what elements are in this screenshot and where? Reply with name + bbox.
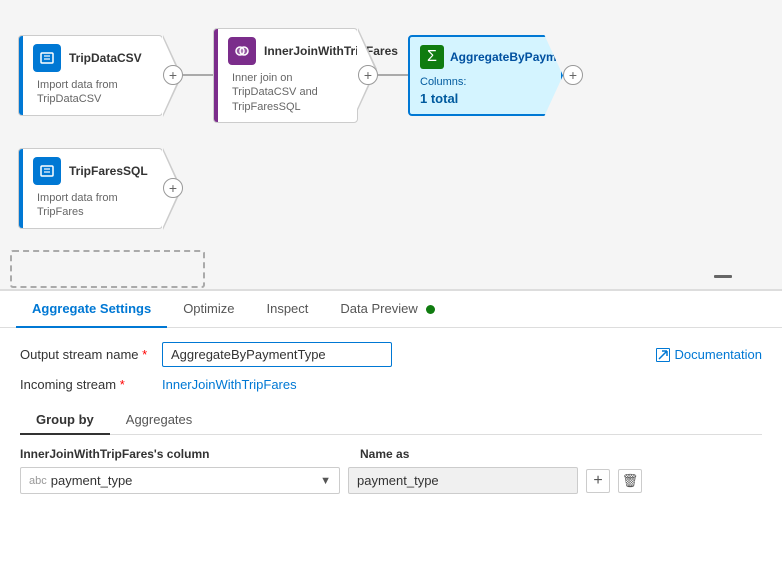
name-as-header: Name as [360,447,762,461]
data-preview-dot [426,305,435,314]
group-by-row: abc payment_type ▼ + 🗑 [20,467,762,494]
column-dropdown[interactable]: abc payment_type ▼ [20,467,340,494]
panel-body: Output stream name * Documentation Incom… [0,328,782,567]
sigma-icon: Σ [427,48,437,66]
documentation-btn[interactable]: Documentation [656,347,762,362]
column-header: InnerJoinWithTripFares's column [20,447,360,461]
output-stream-input[interactable] [162,342,392,367]
plus-icon: + [593,472,602,490]
connector-line-1 [183,74,213,76]
node-agg-title: AggregateByPaymentTy... [450,50,597,64]
required-star-1: * [142,347,147,362]
node-top-row: TripDataCSV [29,44,152,72]
node-icon-blue [33,44,61,72]
node-subtitle-2: Inner join on TripDataCSV and TripFaresS… [224,71,347,114]
node-left-bar [19,36,23,115]
empty-dashed-box [10,250,205,288]
node-aggregate: Σ AggregateByPaymentTy... Columns: 1 tot… [408,35,583,116]
pipeline-row-2: TripFaresSQL Import data from TripFares … [18,148,183,229]
dropdown-arrow-icon: ▼ [320,475,331,487]
node-agg-count: 1 total [420,91,536,106]
node-trip-data-csv: TripDataCSV Import data from TripDataCSV… [18,35,183,116]
output-stream-row: Output stream name * Documentation [20,342,762,367]
dropdown-value: payment_type [51,473,320,488]
node-subtitle-3: Import data from TripFares [29,191,152,220]
output-stream-label: Output stream name * [20,347,150,362]
node-top-row-3: TripFaresSQL [29,157,152,185]
tab-data-preview[interactable]: Data Preview [324,291,451,328]
node-title: TripDataCSV [61,51,152,65]
delete-row-btn[interactable]: 🗑 [618,469,642,493]
node-icon-purple [228,37,256,65]
node-left-bar-3 [19,149,23,228]
bottom-panel: Aggregate Settings Optimize Inspect Data… [0,290,782,567]
node-subtitle: Import data from TripDataCSV [29,78,152,107]
zoom-out-btn[interactable] [714,275,732,278]
sub-tab-aggregates[interactable]: Aggregates [110,406,209,435]
trash-icon: 🗑 [622,473,639,489]
name-as-input[interactable] [348,467,578,494]
documentation-label: Documentation [675,347,762,362]
node-agg-columns-label: Columns: [420,73,536,88]
sub-tabs: Group by Aggregates [20,406,762,435]
node-inner-join: InnerJoinWithTripFares Inner join on Tri… [213,28,378,123]
tab-optimize[interactable]: Optimize [167,291,250,328]
node-icon-blue-2 [33,157,61,185]
columns-label: Columns: [420,76,466,88]
pipeline-canvas: TripDataCSV Import data from TripDataCSV… [0,0,782,290]
tab-aggregate-settings[interactable]: Aggregate Settings [16,291,167,328]
node-title-3: TripFaresSQL [61,164,152,178]
connector-line-2 [378,74,408,76]
tab-inspect[interactable]: Inspect [250,291,324,328]
sub-tab-group-by[interactable]: Group by [20,406,110,435]
node-icon-green: Σ [420,45,444,69]
node-left-bar-2 [214,29,218,122]
incoming-stream-label: Incoming stream * [20,377,150,392]
main-tabs: Aggregate Settings Optimize Inspect Data… [0,291,782,328]
doc-external-icon [656,348,670,362]
dropdown-prefix: abc [29,475,47,487]
required-star-2: * [120,377,125,392]
add-row-btn[interactable]: + [586,469,610,493]
add-after-agg-btn[interactable]: + [563,65,583,85]
node-trip-fares: TripFaresSQL Import data from TripFares … [18,148,183,229]
node-top-row-2: InnerJoinWithTripFares [224,37,347,65]
incoming-stream-row: Incoming stream * InnerJoinWithTripFares [20,377,762,392]
group-by-table-header: InnerJoinWithTripFares's column Name as [20,447,762,461]
incoming-stream-link[interactable]: InnerJoinWithTripFares [162,377,297,392]
pipeline-row-1: TripDataCSV Import data from TripDataCSV… [18,28,583,123]
